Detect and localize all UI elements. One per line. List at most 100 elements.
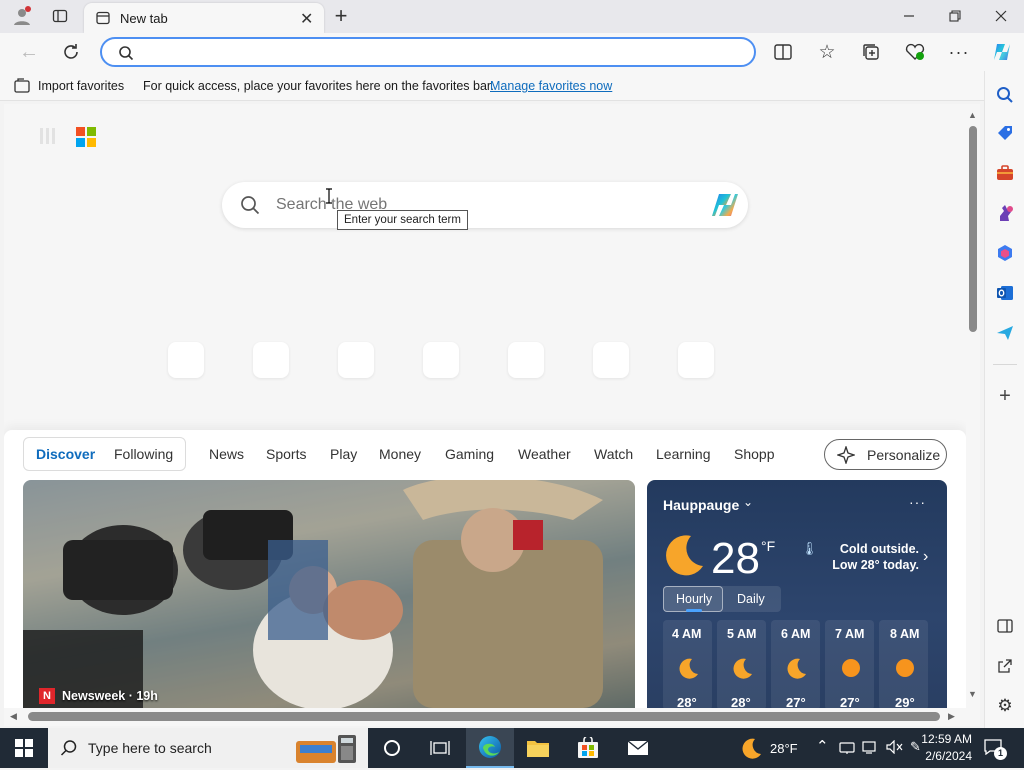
close-tab-icon[interactable]: ✕: [300, 9, 313, 29]
quick-link-tile[interactable]: [423, 342, 459, 378]
browser-toolbar: ← ☆ ···: [0, 33, 1024, 71]
vertical-scroll-thumb[interactable]: [969, 126, 977, 332]
show-hidden-icons[interactable]: ⌃: [816, 737, 829, 755]
search-icon: [240, 195, 260, 220]
search-highlight-image[interactable]: [296, 733, 362, 765]
back-button[interactable]: ←: [16, 39, 42, 65]
quick-link-tile[interactable]: [168, 342, 204, 378]
hide-sidebar-icon[interactable]: [991, 612, 1019, 640]
copilot-icon[interactable]: [988, 38, 1016, 66]
split-screen-icon[interactable]: [770, 39, 796, 65]
volume-muted-icon[interactable]: [886, 739, 904, 759]
clock-date[interactable]: 2/6/2024: [914, 749, 972, 763]
favorites-star-icon[interactable]: ☆: [814, 39, 840, 65]
drop-send-icon[interactable]: [991, 319, 1019, 347]
hour-temp: 28°: [677, 695, 697, 708]
cortana-icon[interactable]: [368, 728, 416, 768]
tools-briefcase-icon[interactable]: [991, 159, 1019, 187]
start-button[interactable]: [0, 728, 48, 768]
manage-favorites-link[interactable]: Manage favorites now: [490, 79, 612, 93]
nav-shopping[interactable]: Shopp: [734, 446, 774, 462]
open-external-icon[interactable]: [991, 652, 1019, 680]
hour-temp: 28°: [731, 695, 751, 708]
tab-hourly-label: Hourly: [676, 592, 713, 606]
copilot-icon[interactable]: [710, 192, 740, 223]
nav-money[interactable]: Money: [379, 446, 421, 462]
games-chess-icon[interactable]: [991, 199, 1019, 227]
hour-time: 7 AM: [835, 627, 865, 641]
hour-time: 8 AM: [890, 627, 920, 641]
nav-weather[interactable]: Weather: [518, 446, 571, 462]
scroll-right-arrow[interactable]: ▶: [948, 711, 955, 722]
refresh-button[interactable]: [58, 39, 84, 65]
nav-play[interactable]: Play: [330, 446, 357, 462]
import-favorites-button[interactable]: Import favorites: [38, 79, 124, 93]
notification-count-badge: 1: [994, 747, 1007, 760]
search-tooltip: Enter your search term: [337, 210, 468, 230]
quick-link-tile[interactable]: [508, 342, 544, 378]
weather-more-icon[interactable]: ···: [909, 494, 926, 510]
file-explorer-icon[interactable]: [514, 728, 562, 768]
mail-icon[interactable]: [614, 728, 662, 768]
ethernet-icon[interactable]: [862, 740, 878, 759]
microsoft-365-icon[interactable]: [991, 239, 1019, 267]
personalize-button[interactable]: Personalize: [824, 439, 947, 470]
news-source-meta: Newsweek · 19h: [62, 689, 158, 703]
import-favorites-icon: [14, 78, 30, 97]
vertical-scrollbar[interactable]: ▲ ▼: [966, 104, 980, 708]
hour-time: 4 AM: [672, 627, 702, 641]
moon-icon: [677, 657, 699, 684]
close-window-button[interactable]: [986, 4, 1016, 28]
collections-icon[interactable]: [858, 39, 884, 65]
chevron-right-icon[interactable]: ›: [923, 548, 928, 566]
chevron-down-icon[interactable]: ⌄: [743, 495, 753, 509]
shopping-tag-icon[interactable]: [991, 119, 1019, 147]
tab-daily[interactable]: Daily: [737, 592, 765, 606]
scroll-down-arrow[interactable]: ▼: [968, 689, 977, 699]
nav-learning[interactable]: Learning: [656, 446, 711, 462]
nav-watch[interactable]: Watch: [594, 446, 633, 462]
weather-card[interactable]: Hauppauge ⌄ ··· 28 °F 🌡 Cold outside. Lo…: [647, 480, 947, 708]
edge-taskbar-icon[interactable]: [466, 728, 514, 768]
outlook-icon[interactable]: [991, 279, 1019, 307]
quick-link-tile[interactable]: [253, 342, 289, 378]
task-view-icon[interactable]: [416, 728, 464, 768]
address-bar[interactable]: [100, 37, 756, 67]
add-sidebar-app-icon[interactable]: +: [991, 382, 1019, 410]
nav-news[interactable]: News: [209, 446, 244, 462]
tab-hourly[interactable]: Hourly: [663, 586, 723, 612]
tab-actions-icon[interactable]: [46, 4, 74, 28]
quick-link-tile[interactable]: [678, 342, 714, 378]
clock-time[interactable]: 12:59 AM: [914, 732, 972, 746]
horizontal-scroll-thumb[interactable]: [28, 712, 940, 721]
sidebar-settings-icon[interactable]: ⚙: [991, 692, 1019, 720]
tab-following[interactable]: Following: [114, 446, 173, 462]
scroll-left-arrow[interactable]: ◀: [10, 711, 17, 722]
more-options-icon[interactable]: ···: [946, 39, 972, 65]
taskbar-search-box[interactable]: Type here to search: [48, 728, 368, 768]
restore-button[interactable]: [940, 4, 970, 28]
web-search-box[interactable]: [222, 182, 748, 228]
browser-essentials-icon[interactable]: [902, 39, 928, 65]
network-icon[interactable]: [839, 740, 855, 759]
nav-gaming[interactable]: Gaming: [445, 446, 494, 462]
quick-link-tile[interactable]: [593, 342, 629, 378]
horizontal-scrollbar[interactable]: ◀ ▶: [4, 708, 980, 726]
microsoft-store-icon[interactable]: [564, 728, 612, 768]
new-tab-button[interactable]: +: [328, 3, 354, 28]
tab-new-tab[interactable]: New tab ✕: [84, 3, 324, 33]
taskbar-weather-temp[interactable]: 28°F: [770, 741, 798, 756]
sidebar-search-icon[interactable]: [991, 81, 1019, 109]
weather-taskbar-icon[interactable]: [740, 737, 762, 764]
quick-link-tile[interactable]: [338, 342, 374, 378]
weather-location[interactable]: Hauppauge: [663, 497, 739, 513]
scroll-up-arrow[interactable]: ▲: [968, 110, 977, 120]
minimize-button[interactable]: [894, 4, 924, 28]
moon-icon: [785, 657, 807, 684]
news-card[interactable]: N Newsweek · 19h: [23, 480, 635, 708]
tab-discover[interactable]: Discover: [36, 446, 95, 462]
nav-sports[interactable]: Sports: [266, 446, 306, 462]
apps-grid-icon[interactable]: [40, 128, 56, 144]
profile-icon[interactable]: [8, 4, 36, 28]
taskbar-search-placeholder: Type here to search: [88, 740, 212, 756]
